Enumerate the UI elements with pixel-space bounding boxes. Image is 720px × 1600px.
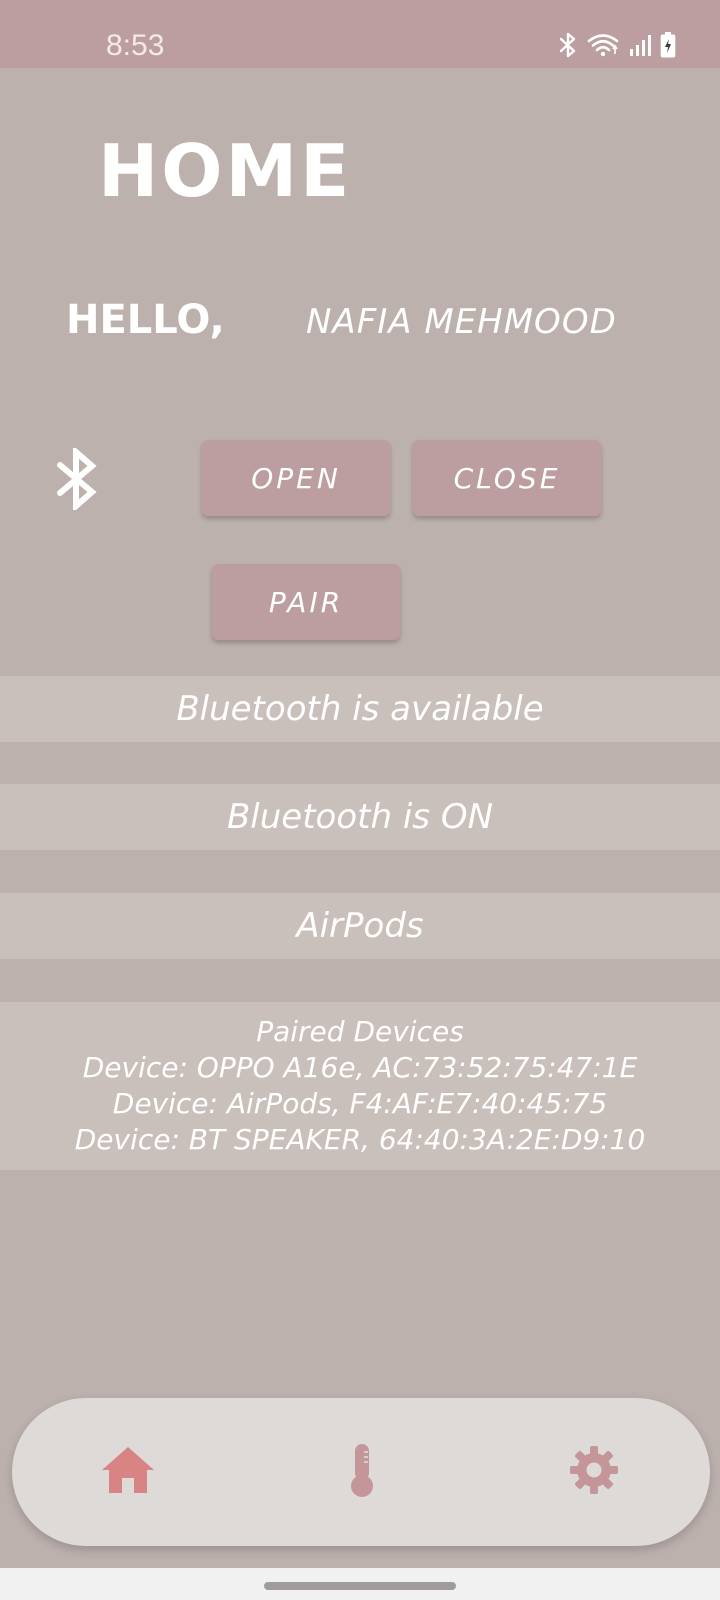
bluetooth-icon [558, 32, 578, 58]
status-time: 8:53 [106, 29, 165, 62]
bluetooth-power-status: Bluetooth is ON [0, 784, 720, 850]
battery-charging-icon [660, 32, 676, 58]
pair-button[interactable]: PAIR [212, 564, 400, 640]
signal-icon [628, 33, 652, 57]
greeting-label: HELLO, [66, 297, 225, 343]
wifi-icon [586, 32, 620, 58]
page-title: HOME [98, 129, 353, 213]
gear-icon [568, 1444, 620, 1500]
gesture-navigation-area [0, 1568, 720, 1600]
user-name: NAFIA MEHMOOD [306, 302, 617, 342]
open-button[interactable]: OPEN [202, 440, 390, 516]
bluetooth-icon [54, 445, 100, 513]
power-status-text: Bluetooth is ON [226, 797, 494, 837]
home-icon [100, 1445, 156, 1499]
connected-device-text: AirPods [296, 906, 424, 946]
status-bar: 8:53 [0, 0, 720, 68]
list-item: Device: BT SPEAKER, 64:40:3A:2E:D9:10 [74, 1123, 646, 1156]
nav-home[interactable] [98, 1442, 158, 1502]
availability-text: Bluetooth is available [176, 689, 544, 729]
nav-temperature[interactable] [332, 1442, 392, 1502]
bluetooth-availability-status: Bluetooth is available [0, 676, 720, 742]
bottom-navigation [12, 1398, 710, 1546]
nav-settings[interactable] [564, 1442, 624, 1502]
status-icons [558, 30, 676, 60]
paired-devices-heading: Paired Devices [256, 1015, 464, 1048]
thermometer-icon [346, 1442, 378, 1502]
list-item: Device: OPPO A16e, AC:73:52:75:47:1E [82, 1051, 638, 1084]
paired-devices-list: Paired Devices Device: OPPO A16e, AC:73:… [0, 1002, 720, 1170]
gesture-handle[interactable] [264, 1582, 456, 1590]
connected-device: AirPods [0, 893, 720, 959]
close-button[interactable]: CLOSE [413, 440, 601, 516]
list-item: Device: AirPods, F4:AF:E7:40:45:75 [112, 1087, 608, 1120]
